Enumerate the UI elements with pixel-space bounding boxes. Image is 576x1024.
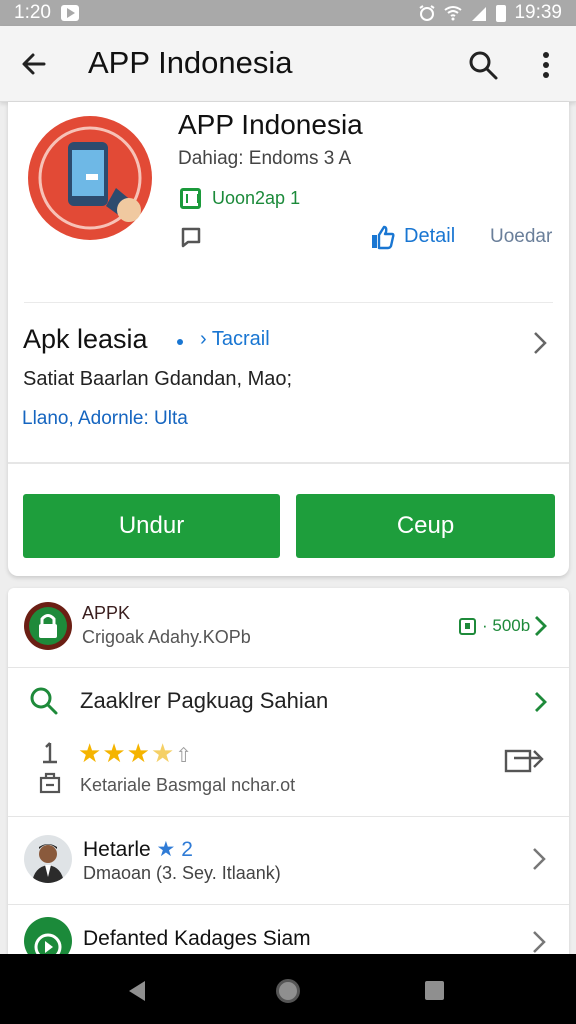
summary-link[interactable]: Llano, Adornle: Ulta <box>22 408 188 430</box>
status-time-right: 19:39 <box>514 2 562 23</box>
summary-tag-link[interactable]: › Tacrail <box>200 328 270 351</box>
nav-home-icon[interactable] <box>276 979 300 1003</box>
star-outline-icon: ⇧ <box>175 745 194 767</box>
star-icon: ★ <box>102 738 127 768</box>
youtube-notification-icon <box>60 5 79 21</box>
detail-link[interactable]: Detail <box>404 225 455 248</box>
status-time-left: 1:20 <box>14 2 51 23</box>
app-bar: APP Indonesia <box>0 26 576 102</box>
app-logo <box>28 116 152 240</box>
update-link[interactable]: Uoedar <box>490 226 552 248</box>
alarm-icon <box>419 5 436 21</box>
divider <box>8 667 569 668</box>
info-list-card: APPK Crigoak Adahy.KOPb · 500b Zaaklrer … <box>8 588 569 965</box>
divider <box>8 462 569 464</box>
rank-icon <box>43 742 57 764</box>
author-count: 2 <box>181 838 193 861</box>
author-subtitle: Dmaoan (3. Sey. Itlaank) <box>83 863 281 883</box>
review-title[interactable]: Zaaklrer Pagkuag Sahian <box>80 688 328 714</box>
chevron-right-icon[interactable] <box>530 330 550 356</box>
chevron-right-icon[interactable] <box>532 690 548 714</box>
clipboard-icon <box>39 772 61 794</box>
back-arrow-icon[interactable] <box>18 48 50 80</box>
divider <box>8 816 569 817</box>
thumbs-up-icon[interactable] <box>370 224 396 250</box>
wifi-icon <box>444 6 463 21</box>
nav-recent-icon[interactable] <box>425 981 444 1000</box>
nav-back-icon[interactable] <box>128 980 146 1002</box>
download-icon <box>459 618 476 635</box>
appk-subtitle: Crigoak Adahy.KOPb <box>82 627 251 647</box>
primary-action-button[interactable]: Undur <box>23 494 280 558</box>
author-name: Hetarle <box>83 838 151 861</box>
star-icon: ★ <box>156 838 176 861</box>
star-half-icon: ★ <box>150 738 176 768</box>
appbar-title: APP Indonesia <box>88 45 293 80</box>
battery-icon <box>496 4 507 22</box>
divider <box>8 904 569 905</box>
rating-stars: ★★★★⇧ <box>78 738 193 769</box>
author-title[interactable]: Hetarle ★ 2 <box>83 837 193 862</box>
status-bar: 1:20 19:39 <box>0 0 576 26</box>
secondary-action-button[interactable]: Ceup <box>296 494 555 558</box>
appk-size: · 500b <box>482 616 531 635</box>
related-title[interactable]: Defanted Kadages Siam <box>83 927 311 951</box>
summary-subtitle: Satiat Baarlan Gdandan, Mao; <box>23 368 293 390</box>
app-title: APP Indonesia <box>178 109 363 140</box>
message-icon[interactable] <box>180 226 202 248</box>
star-icon: ★ <box>78 738 103 768</box>
app-detail-card: APP Indonesia Dahiag: Endoms 3 A Uoon2ap… <box>8 102 569 576</box>
separator-dot <box>177 339 183 345</box>
chevron-right-icon[interactable] <box>532 614 548 638</box>
divider <box>24 302 553 303</box>
avatar <box>24 835 72 883</box>
appk-title: APPK <box>82 603 131 623</box>
chevron-right-icon[interactable] <box>530 929 548 955</box>
age-rating-icon <box>180 188 201 209</box>
age-rating-label: Uoon2ap 1 <box>212 188 301 208</box>
star-icon: ★ <box>126 738 151 768</box>
search-icon[interactable] <box>466 48 500 82</box>
lock-icon <box>24 602 72 650</box>
system-nav-bar <box>0 954 576 1024</box>
share-icon[interactable] <box>504 745 546 775</box>
summary-title[interactable]: Apk leasia <box>23 324 148 355</box>
search-icon <box>30 687 58 715</box>
chevron-right-icon[interactable] <box>530 846 548 872</box>
app-developer: Dahiag: Endoms 3 A <box>178 148 352 169</box>
review-text: Ketariale Basmgal nchar.ot <box>80 775 296 795</box>
signal-icon <box>472 7 487 21</box>
more-vert-icon[interactable] <box>532 50 560 80</box>
